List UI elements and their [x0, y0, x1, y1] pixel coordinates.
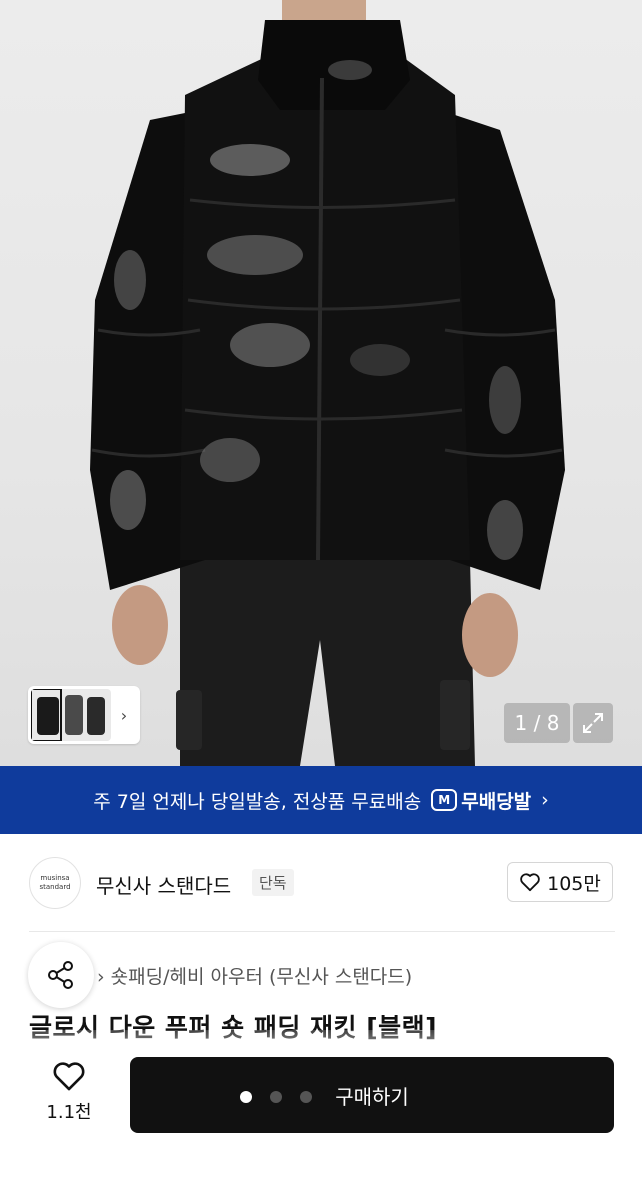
share-button[interactable]	[28, 942, 94, 1008]
buy-button-label: 구매하기	[335, 1084, 409, 1109]
thumbnail-images[interactable]	[31, 689, 111, 741]
delivery-truck-icon: M	[431, 789, 458, 811]
divider	[29, 931, 615, 932]
brand-like-button[interactable]: 105만	[507, 862, 613, 902]
brand-name[interactable]: 무신사 스탠다드	[96, 870, 231, 899]
brand-logo[interactable]: musinsa standard	[29, 857, 81, 909]
wishlist-count: 1.1천	[46, 1102, 92, 1123]
shipping-badge-label: 무배당발	[461, 790, 532, 813]
wishlist-button[interactable]: 1.1천	[34, 1060, 104, 1124]
shipping-text: 주 7일 언제나 당일발송, 전상품 무료배송	[93, 790, 422, 813]
breadcrumb[interactable]: › 숏패딩/헤비 아우터 (무신사 스탠다드)	[97, 962, 412, 989]
share-icon	[48, 961, 73, 989]
thumbnail-strip[interactable]: ›	[28, 686, 140, 744]
bottom-action-bar: 1.1천 구매하기	[0, 1040, 642, 1200]
carousel-dots	[240, 1091, 312, 1103]
exclusive-badge: 단독	[252, 869, 294, 896]
buy-button[interactable]: 구매하기	[130, 1057, 614, 1133]
shipping-badge: M 무배당발	[431, 787, 531, 814]
heart-icon	[520, 873, 540, 892]
carousel-dot	[270, 1091, 282, 1103]
expand-button[interactable]	[573, 703, 613, 743]
expand-icon	[583, 713, 603, 733]
chevron-right-icon: ›	[541, 789, 549, 811]
brand-row: musinsa standard 무신사 스탠다드 단독 105만	[0, 834, 642, 930]
product-image[interactable]: › 1 / 8	[0, 0, 642, 766]
brand-like-count: 105만	[547, 872, 601, 895]
brand-logo-line2: standard	[39, 883, 71, 891]
shipping-banner[interactable]: 주 7일 언제나 당일발송, 전상품 무료배송 M 무배당발 ›	[0, 766, 642, 834]
carousel-dot	[300, 1091, 312, 1103]
image-counter: 1 / 8	[504, 703, 570, 743]
brand-logo-line1: musinsa	[40, 874, 70, 882]
thumbnail-chevron-icon[interactable]: ›	[111, 706, 137, 725]
product-photo	[90, 0, 565, 766]
carousel-dot	[240, 1091, 252, 1103]
heart-icon	[53, 1062, 85, 1091]
